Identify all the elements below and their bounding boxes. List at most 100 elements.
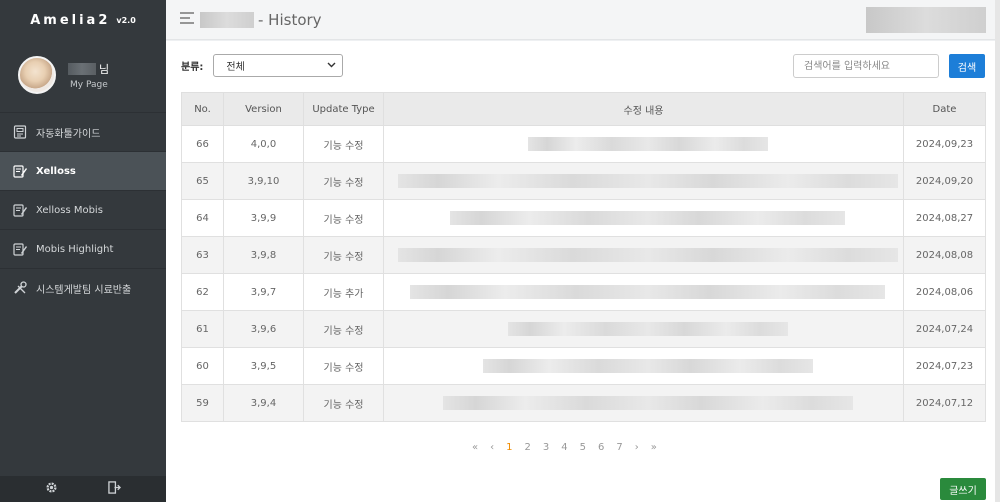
page-number-button[interactable]: 2	[525, 442, 531, 453]
row-update-type: 기능 수정	[303, 310, 384, 348]
column-header[interactable]: Date	[903, 92, 986, 126]
category-select[interactable]: 전체	[213, 54, 344, 77]
row-no: 64	[181, 199, 224, 237]
page-number-button[interactable]: 4	[561, 442, 567, 453]
sidebar-item-label: 시스템게발팀 시료반출	[36, 284, 132, 296]
redacted-content	[397, 174, 898, 188]
hamburger-menu-icon[interactable]	[180, 11, 196, 28]
row-update-type: 기능 수정	[303, 347, 384, 385]
table-row[interactable]: 66 4,0,0 기능 수정 2024,09,23	[181, 125, 986, 163]
gear-icon[interactable]	[45, 481, 58, 497]
sidebar-item-xelloss[interactable]: Xelloss	[0, 151, 166, 190]
table-row[interactable]: 65 3,9,10 기능 수정 2024,09,20	[181, 162, 986, 200]
row-version: 3,9,4	[223, 384, 304, 422]
row-no: 62	[181, 273, 224, 311]
row-update-type: 기능 수정	[303, 236, 384, 274]
my-page-link[interactable]: My Page	[70, 80, 109, 90]
brand-version: v2.0	[116, 15, 136, 25]
category-filter: 분류: 전체	[181, 54, 344, 77]
sidebar-footer	[0, 476, 166, 502]
wrench-icon	[12, 281, 27, 296]
column-header[interactable]: Version	[223, 92, 304, 126]
redacted-content	[450, 211, 845, 225]
row-date: 2024,07,24	[903, 310, 986, 348]
first-page-button[interactable]: «	[472, 442, 478, 453]
row-version: 3,9,8	[223, 236, 304, 274]
table-row[interactable]: 60 3,9,5 기능 수정 2024,07,23	[181, 347, 986, 385]
row-no: 66	[181, 125, 224, 163]
user-name-redacted	[68, 62, 96, 75]
main-content: 분류: 전체 검색 No. Version Update Type 수정 내용 …	[166, 41, 1000, 502]
row-update-type: 기능 수정	[303, 384, 384, 422]
redacted-content	[507, 322, 788, 336]
search-button[interactable]: 검색	[949, 54, 985, 78]
row-update-type: 기능 수정	[303, 199, 384, 237]
row-version: 3,9,9	[223, 199, 304, 237]
table-row[interactable]: 63 3,9,8 기능 수정 2024,08,08	[181, 236, 986, 274]
page-number-button[interactable]: 7	[616, 442, 622, 453]
row-version: 4,0,0	[223, 125, 304, 163]
last-page-button[interactable]: »	[651, 442, 657, 453]
sidebar-item-label: Xelloss Mobis	[36, 204, 103, 216]
top-header: - History	[166, 0, 1000, 40]
row-version: 3,9,7	[223, 273, 304, 311]
page-title: - History	[258, 10, 322, 29]
history-table: No. Version Update Type 수정 내용 Date 66 4,0…	[181, 92, 986, 422]
sidebar: Amelia2 v2.0 님 My Page 자동화툴가이드 Xelloss X…	[0, 0, 166, 502]
user-profile: 님 My Page	[0, 40, 166, 110]
search-input[interactable]	[793, 54, 939, 78]
guide-icon	[12, 125, 27, 140]
table-row[interactable]: 61 3,9,6 기능 수정 2024,07,24	[181, 310, 986, 348]
chevron-down-icon	[327, 60, 336, 71]
user-name-suffix: 님	[99, 62, 110, 76]
redacted-content	[527, 137, 768, 151]
column-header[interactable]: No.	[181, 92, 224, 126]
header-user-redacted	[866, 7, 986, 33]
row-content	[383, 347, 904, 385]
page-number-button[interactable]: 1	[506, 442, 512, 453]
page-title-redacted	[200, 11, 254, 28]
brand-name: Amelia2	[30, 12, 111, 28]
table-row[interactable]: 62 3,9,7 기능 추가 2024,08,06	[181, 273, 986, 311]
row-update-type: 기능 수정	[303, 125, 384, 163]
row-update-type: 기능 수정	[303, 162, 384, 200]
logout-icon[interactable]	[108, 481, 121, 497]
pagination: « ‹ 1 2 3 4 5 6 7 › »	[466, 442, 663, 453]
sidebar-item-sample-export[interactable]: 시스템게발팀 시료반출	[0, 268, 166, 307]
page-number-button[interactable]: 3	[543, 442, 549, 453]
prev-page-button[interactable]: ‹	[490, 442, 494, 453]
page-number-button[interactable]: 5	[580, 442, 586, 453]
row-content	[383, 125, 904, 163]
write-post-button[interactable]: 글쓰기	[940, 478, 986, 500]
sidebar-item-guide[interactable]: 자동화툴가이드	[0, 112, 166, 151]
row-content	[383, 384, 904, 422]
avatar[interactable]	[18, 56, 56, 94]
row-content	[383, 236, 904, 274]
row-date: 2024,07,12	[903, 384, 986, 422]
redacted-content	[442, 396, 853, 410]
column-header[interactable]: Update Type	[303, 92, 384, 126]
page-scrollbar[interactable]	[995, 0, 1000, 502]
next-page-button[interactable]: ›	[635, 442, 639, 453]
sidebar-item-label: 자동화툴가이드	[36, 128, 101, 140]
row-version: 3,9,6	[223, 310, 304, 348]
row-no: 63	[181, 236, 224, 274]
row-content	[383, 199, 904, 237]
table-row[interactable]: 59 3,9,4 기능 수정 2024,07,12	[181, 384, 986, 422]
row-no: 60	[181, 347, 224, 385]
page-number-button[interactable]: 6	[598, 442, 604, 453]
sidebar-item-xelloss-mobis[interactable]: Xelloss Mobis	[0, 190, 166, 229]
redacted-content	[397, 248, 898, 262]
sidebar-item-label: Mobis Highlight	[36, 243, 114, 255]
pen-note-icon	[12, 242, 27, 257]
column-header[interactable]: 수정 내용	[383, 92, 904, 126]
sidebar-item-mobis-highlight[interactable]: Mobis Highlight	[0, 229, 166, 268]
row-date: 2024,09,20	[903, 162, 986, 200]
table-row[interactable]: 64 3,9,9 기능 수정 2024,08,27	[181, 199, 986, 237]
row-no: 65	[181, 162, 224, 200]
row-date: 2024,08,27	[903, 199, 986, 237]
brand-logo[interactable]: Amelia2 v2.0	[0, 0, 166, 40]
redacted-content	[410, 285, 885, 299]
row-date: 2024,07,23	[903, 347, 986, 385]
redacted-content	[482, 359, 813, 373]
